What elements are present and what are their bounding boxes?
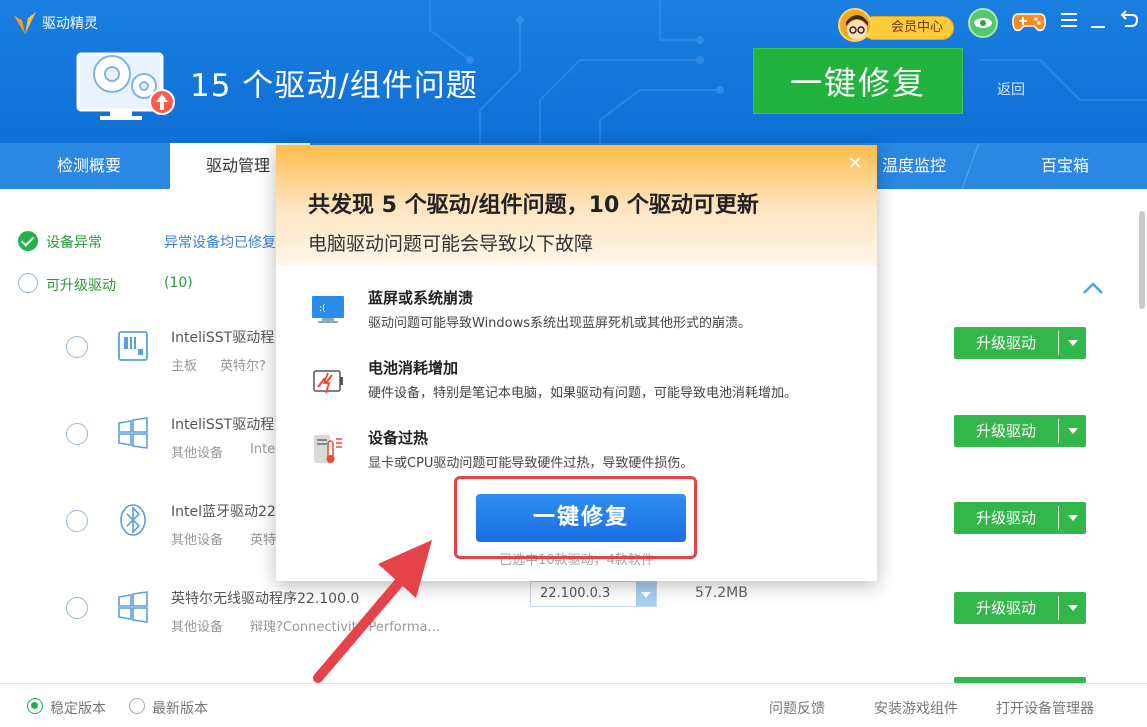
issue-title: 蓝屏或系统崩溃 (368, 289, 474, 307)
upgradable-section-label: 可升级驱动 (46, 278, 116, 294)
upgrade-driver-button[interactable]: 升级驱动 (954, 415, 1086, 447)
install-game-components-link[interactable]: 安装游戏组件 (874, 698, 958, 718)
latest-version-radio[interactable] (129, 698, 145, 714)
scrollbar[interactable] (1139, 211, 1145, 309)
row-select-radio[interactable] (66, 423, 88, 445)
abnormal-section-label: 设备异常 (46, 235, 102, 251)
button-divider (1058, 506, 1059, 530)
overheat-icon (314, 435, 342, 463)
row-select-radio[interactable] (66, 336, 88, 358)
row-select-radio[interactable] (66, 597, 88, 619)
monitor-gear-icon (76, 52, 175, 120)
bluescreen-icon: :( (312, 296, 344, 323)
driver-name: InteliSST驱动程 (171, 330, 275, 346)
issue-description: 驱动问题可能导致Windows系统出现蓝屏死机或其他形式的崩溃。 (368, 316, 752, 331)
tab-overview[interactable]: 检测概要 (0, 143, 178, 189)
open-device-manager-link[interactable]: 打开设备管理器 (996, 698, 1094, 718)
latest-version-label: 最新版本 (152, 701, 208, 717)
highlight-box (454, 476, 697, 559)
minimize-icon[interactable] (1090, 10, 1106, 30)
app-logo-icon (14, 12, 36, 34)
driver-category: 其他设备 (171, 620, 224, 635)
windows-icon (118, 591, 148, 623)
upgrade-label: 升级驱动 (975, 599, 1036, 617)
issue-title: 电池消耗增加 (368, 359, 459, 377)
button-divider (1058, 331, 1059, 355)
menu-icon[interactable] (1060, 10, 1078, 30)
issue-description: 显卡或CPU驱动问题可能导致硬件过热，导致硬件损伤。 (368, 456, 694, 471)
driver-size: 57.2MB (695, 585, 748, 601)
driver-name: InteliSST驱动程 (171, 417, 275, 433)
button-divider (1058, 419, 1059, 443)
back-link[interactable]: 返回 (997, 79, 1025, 99)
app-title: 驱动精灵 (42, 16, 98, 32)
upgrade-label: 升级驱动 (975, 422, 1036, 440)
upgrade-label: 升级驱动 (975, 509, 1036, 527)
pointer-arrow-icon (313, 540, 432, 683)
upgradable-count: (10) (164, 275, 193, 291)
abnormal-section-note: 异常设备均已修复 (164, 235, 276, 251)
driver-vendor: 英特尔? (220, 359, 266, 374)
driver-name: Intel蓝牙驱动22 (171, 504, 276, 520)
svg-text::(: :( (319, 304, 326, 314)
gamepad-icon[interactable] (1012, 10, 1046, 34)
abnormal-check-icon[interactable] (18, 231, 38, 251)
one-click-fix-button[interactable]: 一键修复 (753, 48, 963, 114)
problem-headline: 15 个驱动/组件问题 (190, 68, 478, 104)
upgrade-driver-button[interactable]: 升级驱动 (954, 327, 1086, 359)
issue-description: 硬件设备，特别是笔记本电脑，如果驱动有问题，可能导致电池消耗增加。 (368, 386, 798, 401)
bluetooth-icon (120, 504, 146, 536)
dropdown-arrow-icon[interactable] (1068, 428, 1078, 434)
windows-icon (118, 417, 148, 449)
driver-category: 其他设备 (171, 533, 224, 548)
row-select-radio[interactable] (66, 510, 88, 532)
driver-vendor: Inte (250, 442, 276, 457)
stable-version-radio[interactable] (27, 698, 43, 714)
table-row: 英特尔无线驱动程序22.100.0 其他设备 辩瑰?Connectivity P… (0, 572, 1147, 659)
driver-vendor: 英特 (250, 533, 277, 548)
dropdown-arrow-icon[interactable] (1068, 515, 1078, 521)
upgrade-driver-button[interactable]: 升级驱动 (954, 592, 1086, 624)
issue-item: :( 蓝屏或系统崩溃 驱动问题可能导致Windows系统出现蓝屏死机或其他形式的… (276, 287, 877, 347)
close-icon[interactable]: ✕ (846, 155, 864, 173)
vip-center-button[interactable]: 会员中心 (838, 8, 954, 42)
dropdown-arrow-icon[interactable] (1068, 605, 1078, 611)
upgrade-label: 升级驱动 (975, 334, 1036, 352)
version-value: 22.100.0.3 (540, 586, 611, 601)
select-arrow-icon[interactable] (636, 582, 656, 606)
dropdown-arrow-icon[interactable] (1068, 340, 1078, 346)
battery-icon (313, 370, 343, 394)
upgradable-select-radio[interactable] (18, 273, 38, 293)
eye-protect-icon[interactable] (968, 8, 998, 38)
vip-center-label: 会员中心 (862, 16, 954, 40)
version-select[interactable]: 22.100.0.3 (530, 581, 657, 607)
chipset-icon (118, 331, 148, 361)
header: 驱动精灵 15 个驱动/组件问题 一键修复 返回 会员中心 (0, 0, 1147, 143)
driver-category: 主板 (171, 359, 198, 374)
collapse-chevron-icon[interactable] (1082, 281, 1104, 295)
driver-category: 其他设备 (171, 446, 224, 461)
feedback-link[interactable]: 问题反馈 (769, 698, 825, 718)
upgrade-driver-button[interactable]: 升级驱动 (954, 502, 1086, 534)
back-arrow-icon[interactable] (1118, 8, 1140, 30)
dialog-subtitle: 电脑驱动问题可能会导致以下故障 (308, 233, 594, 255)
avatar (838, 8, 872, 42)
dialog-title: 共发现 5 个驱动/组件问题，10 个驱动可更新 (308, 193, 759, 218)
button-divider (1058, 596, 1059, 620)
footer: 稳定版本 最新版本 问题反馈 安装游戏组件 打开设备管理器 (0, 683, 1147, 727)
stable-version-label: 稳定版本 (50, 701, 106, 717)
issue-title: 设备过热 (368, 429, 429, 447)
issue-item: 电池消耗增加 硬件设备，特别是笔记本电脑，如果驱动有问题，可能导致电池消耗增加。 (276, 357, 877, 417)
tab-toolbox[interactable]: 百宝箱 (990, 143, 1140, 189)
